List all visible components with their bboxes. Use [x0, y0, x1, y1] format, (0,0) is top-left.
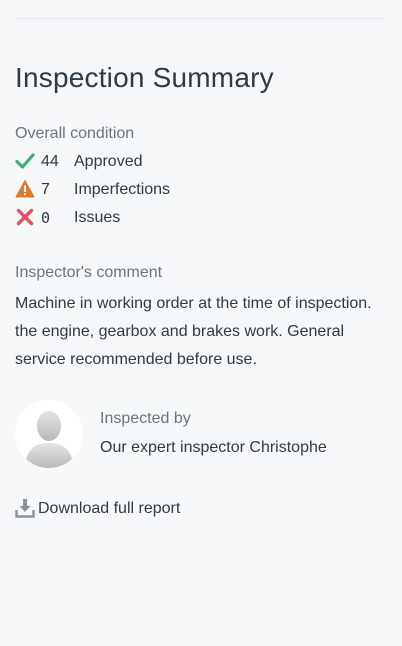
inspector-name: Our expert inspector Christophe	[100, 439, 327, 456]
download-report-label: Download full report	[38, 500, 181, 517]
issues-label: Issues	[74, 209, 121, 226]
condition-imperfections-row: 7 Imperfections	[15, 179, 375, 203]
imperfections-label: Imperfections	[74, 181, 171, 198]
condition-approved-row: 44 Approved	[15, 151, 375, 175]
imperfections-count: 7	[41, 181, 50, 198]
download-icon	[15, 498, 35, 518]
condition-issues-row: 0 Issues	[15, 207, 375, 231]
inspector-comment-label: Inspector's comment	[15, 264, 163, 281]
issues-count: 0	[41, 209, 51, 227]
top-divider	[15, 18, 384, 19]
close-icon	[15, 207, 35, 227]
approved-label: Approved	[74, 153, 143, 170]
page-title: Inspection Summary	[15, 62, 274, 93]
check-icon	[15, 151, 35, 171]
user-avatar-placeholder-icon	[15, 400, 83, 468]
warning-icon	[15, 179, 35, 199]
download-report-link[interactable]: Download full report	[15, 498, 215, 520]
inspector-avatar	[15, 400, 83, 468]
overall-condition-label: Overall condition	[15, 125, 135, 142]
approved-count: 44	[41, 153, 59, 170]
inspected-by-label: Inspected by	[100, 410, 191, 427]
inspector-comment-text: Machine in working order at the time of …	[15, 295, 372, 368]
